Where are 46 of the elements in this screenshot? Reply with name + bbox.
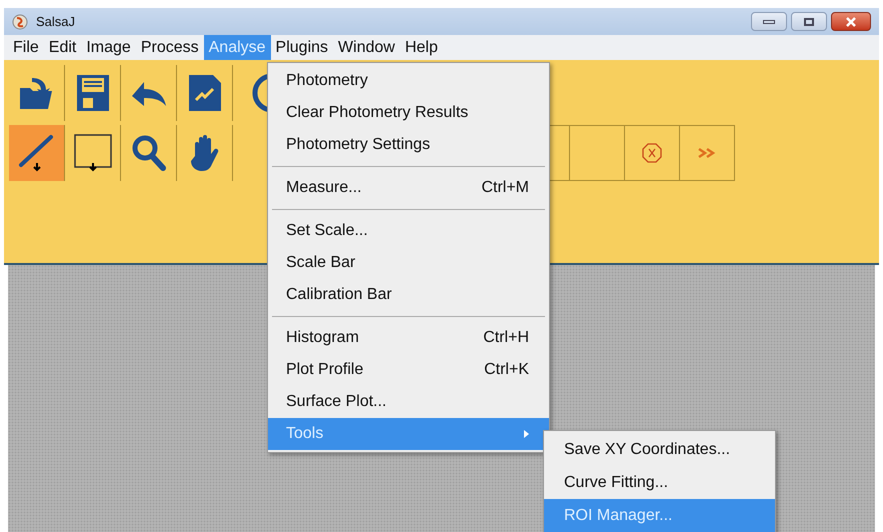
menu-item-label: Photometry Settings [286, 135, 430, 155]
menu-item[interactable]: Help [400, 35, 443, 60]
tool-button[interactable] [9, 125, 65, 181]
menu-item[interactable]: Image [81, 35, 136, 60]
maximize-button[interactable] [791, 12, 827, 31]
menu-item-label: Tools [286, 424, 324, 444]
app-logo-icon [12, 14, 28, 30]
menu-item-label: Calibration Bar [286, 285, 392, 305]
close-button[interactable] [831, 12, 871, 31]
menu-item[interactable]: Window [333, 35, 400, 60]
menu-item[interactable]: Curve Fitting... [544, 466, 775, 499]
menu-item-label: Plot Profile [286, 360, 364, 380]
shortcut-label: Ctrl+H [483, 328, 529, 348]
shortcut-label: Ctrl+K [484, 360, 529, 380]
rectangle-tool-icon [72, 133, 112, 173]
menu-item[interactable]: Histogram Ctrl+H [268, 322, 549, 354]
menu-item-label: Measure... [286, 178, 362, 198]
menu-item-label: Histogram [286, 328, 359, 348]
window-title: SalsaJ [36, 12, 76, 31]
hand-icon [188, 134, 220, 172]
submenu-arrow-icon [524, 430, 529, 438]
menu-item[interactable]: Edit [44, 35, 82, 60]
menu-item[interactable]: Calibration Bar [268, 279, 549, 311]
stop-x-icon [642, 143, 662, 163]
menu-item[interactable]: Plugins [270, 35, 334, 60]
chart-document-icon [188, 74, 222, 112]
shortcut-label: Ctrl+M [481, 178, 529, 198]
double-chevron-icon [698, 147, 716, 159]
menu-item[interactable]: Process [136, 35, 204, 60]
menu-item-label: Set Scale... [286, 221, 368, 241]
menu-item[interactable]: Scale Bar [268, 247, 549, 279]
menu-item[interactable]: File [8, 35, 44, 60]
menu-item-label: Clear Photometry Results [286, 103, 468, 123]
minimize-button[interactable] [751, 12, 787, 31]
menu-item-label: Scale Bar [286, 253, 356, 273]
menu-item[interactable]: Plot Profile Ctrl+K [268, 354, 549, 386]
menu-item[interactable]: Surface Plot... [268, 386, 549, 418]
menu-item[interactable]: Photometry [268, 65, 549, 97]
menu-item-label: Surface Plot... [286, 392, 386, 412]
menu-item[interactable]: Clear Photometry Results [268, 97, 549, 129]
menu-item[interactable]: Set Scale... [268, 215, 549, 247]
menu-item-label: Photometry [286, 71, 368, 91]
menu-item[interactable]: Measure... Ctrl+M [268, 172, 549, 204]
menu-item[interactable]: Photometry Settings [268, 129, 549, 161]
magnifier-icon [130, 134, 166, 172]
close-icon [845, 16, 857, 26]
